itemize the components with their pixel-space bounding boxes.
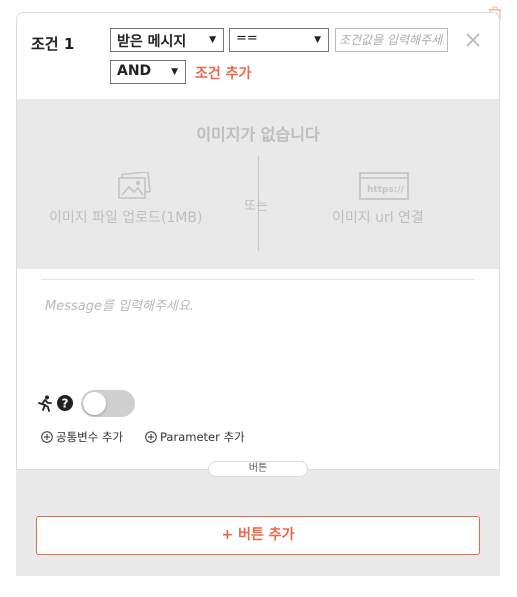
no-image-text: 이미지가 없습니다 (196, 125, 320, 144)
plus-circle-icon (41, 431, 53, 443)
logic-select-value: AND (117, 63, 152, 79)
toggle-switch[interactable] (81, 390, 135, 417)
or-text: 또는 (244, 199, 268, 214)
add-common-variable-link[interactable]: 공통변수 추가 (41, 429, 123, 445)
condition-card: 조건 1 받은 메시지 ▼ == ▼ AND ▼ 조건 추가 이미지가 없습니다… (16, 12, 500, 470)
button-section: + 버튼 추가 (16, 470, 500, 576)
add-common-variable-label: 공통변수 추가 (56, 430, 124, 444)
add-parameter-label: Parameter 추가 (160, 430, 245, 444)
toggle-knob (83, 392, 106, 415)
field-select[interactable]: 받은 메시지 ▼ (110, 28, 224, 52)
image-upload-icon[interactable] (117, 172, 151, 200)
svg-text:?: ? (62, 397, 69, 411)
plus-circle-icon (145, 431, 157, 443)
add-parameter-link[interactable]: Parameter 추가 (145, 429, 245, 445)
operator-select-value: == (236, 31, 258, 46)
add-condition-link[interactable]: 조건 추가 (195, 63, 251, 83)
message-input[interactable] (45, 295, 475, 385)
divider (41, 279, 475, 280)
add-button-button[interactable]: + 버튼 추가 (36, 516, 480, 555)
url-icon-text: https:// (367, 185, 405, 195)
dropdown-arrow-icon: ▼ (314, 35, 321, 45)
help-icon[interactable]: ? (57, 395, 73, 411)
dropdown-arrow-icon: ▼ (171, 67, 178, 77)
image-url-label[interactable]: 이미지 url 연결 (332, 207, 424, 227)
condition-value-input[interactable] (335, 28, 448, 52)
dropdown-arrow-icon: ▼ (209, 35, 216, 45)
field-select-value: 받은 메시지 (117, 34, 187, 50)
image-dropzone: 이미지가 없습니다 이미지 파일 업로드(1MB) 또는 https:// 이미… (17, 99, 499, 269)
close-icon[interactable] (465, 32, 481, 48)
condition-title: 조건 1 (31, 35, 75, 53)
url-link-icon[interactable]: https:// (359, 171, 409, 201)
operator-select[interactable]: == ▼ (229, 28, 329, 52)
logic-select[interactable]: AND ▼ (110, 60, 186, 84)
running-person-icon (38, 395, 52, 412)
button-tab[interactable]: 버튼 (208, 461, 308, 477)
image-upload-label[interactable]: 이미지 파일 업로드(1MB) (49, 207, 202, 227)
